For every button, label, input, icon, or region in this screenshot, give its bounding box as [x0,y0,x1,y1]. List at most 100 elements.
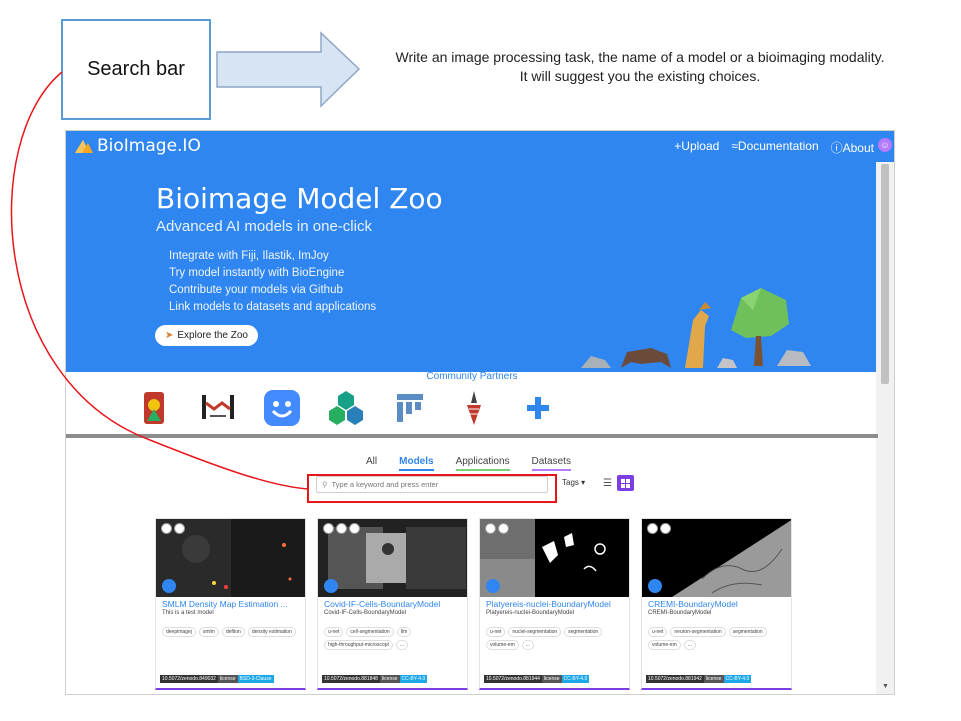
ilastik-badge-icon[interactable] [660,523,671,534]
card-tag[interactable]: deftion [221,627,245,637]
vertical-scrollbar[interactable]: ▼ [876,162,894,694]
explore-button[interactable]: ➤ Explore the Zoo [155,325,258,346]
card-description: Covid-IF-Cells-BoundaryModel [324,610,407,616]
lowpoly-animals-illustration [581,288,811,368]
card-title[interactable]: CREMI-BoundaryModel [648,599,788,609]
card-thumbnail [318,519,467,597]
download-badge-icon[interactable] [174,523,185,534]
hero-feature: Link models to datasets and applications [169,301,377,313]
brand-name: BioImage.IO [97,136,201,156]
screenshot-frame: BioImage.IO +Upload ≈Documentation ⓘAbou… [65,130,895,695]
zerocostdl4mic-icon[interactable] [326,388,366,428]
card-description: This is a test model [162,610,214,616]
card-tag[interactable]: deepimagej [162,627,196,637]
model-card[interactable]: SMLM Density Map Estimation ... This is … [155,518,306,690]
card-badges [323,523,360,534]
ilastik-badge-icon[interactable] [349,523,360,534]
model-card[interactable]: Covid-IF-Cells-BoundaryModel Covid-IF-Ce… [317,518,468,690]
card-tag[interactable]: Ilm [396,627,412,637]
model-type-icon [648,579,662,593]
card-tag[interactable]: density estimation [247,627,296,637]
model-type-icon [162,579,176,593]
nav-upload[interactable]: +Upload [674,139,719,156]
partners-row [134,384,574,432]
scroll-down-icon[interactable]: ▼ [882,683,889,690]
card-tag[interactable]: u-net [324,627,344,637]
card-tag[interactable]: ... [395,640,409,650]
card-tag[interactable]: segmentation [564,627,603,637]
imjoy-icon[interactable] [262,388,302,428]
card-doi[interactable]: 10.5072/zenodo.881944 [484,675,542,683]
card-tag[interactable]: u-net [648,627,668,637]
hpa-icon[interactable] [454,388,494,428]
model-card[interactable]: CREMI-BoundaryModel CREMI-BoundaryModel … [641,518,792,690]
brand[interactable]: BioImage.IO [74,136,201,156]
card-thumbnail [642,519,791,597]
resource-tabs: All Models Applications Datasets [366,456,571,471]
model-card[interactable]: Platyereis-nuclei-BoundaryModel Platyere… [479,518,630,690]
user-avatar[interactable]: ☺ [878,138,892,152]
nav-documentation[interactable]: ≈Documentation [731,139,818,156]
card-tag[interactable]: volume-em [648,640,681,650]
card-title[interactable]: Platyereis-nuclei-BoundaryModel [486,599,626,609]
card-tag[interactable]: volume-em [486,640,519,650]
model-type-icon [486,579,500,593]
annotation-instructions: Write an image processing task, the name… [395,49,885,84]
annotated-screenshot: Search bar Write an image processing tas… [0,0,961,721]
card-title[interactable]: SMLM Density Map Estimation ... [162,599,302,609]
card-tag[interactable]: high-throughput-microscopt [324,640,393,650]
card-doi[interactable]: 10.5072/zenodo.849032 [160,675,218,683]
card-tags: u-net nuclei-segmentation segmentation v… [486,627,626,650]
card-footer: 10.5072/zenodo.849032 license BSD-3-Clau… [160,675,274,683]
card-license: CC-BY-4.0 [399,675,428,683]
search-bar-highlight [307,474,557,503]
ilastik-badge-icon[interactable] [485,523,496,534]
model-cards: SMLM Density Map Estimation ... This is … [155,518,792,690]
card-license: CC-BY-4.0 [723,675,752,683]
card-tags: u-net cell-segmentation Ilm high-through… [324,627,464,650]
deepimagej-badge-icon[interactable] [161,523,172,534]
deepimagej-badge-icon[interactable] [647,523,658,534]
tab-all[interactable]: All [366,456,377,471]
card-badges [647,523,671,534]
card-tag[interactable]: nuclei-segmentation [508,627,562,637]
arrow-right-icon [216,31,361,108]
card-license-label: license [541,675,562,683]
card-tag[interactable]: neuron-segmentation [670,627,726,637]
fiji-icon[interactable] [390,388,430,428]
nav-about[interactable]: ⓘAbout [831,139,874,156]
rocket-icon: ➤ [165,330,174,341]
download-badge-icon[interactable] [323,523,334,534]
hero-section: Bioimage Model Zoo Advanced AI models in… [66,162,878,372]
deepimagej-badge-icon[interactable] [498,523,509,534]
card-doi[interactable]: 10.5072/zenodo.881848 [322,675,380,683]
list-view-icon[interactable]: ☰ [599,475,616,491]
add-icon[interactable] [518,388,558,428]
card-badges [485,523,509,534]
card-tag[interactable]: u-net [486,627,506,637]
card-tag[interactable]: smlm [198,627,219,637]
bioimage-logo-icon [75,140,93,153]
hero-feature: Try model instantly with BioEngine [169,267,345,279]
tab-applications[interactable]: Applications [455,456,510,471]
card-tag[interactable]: cell-segmentation [346,627,394,637]
grid-view-icon[interactable] [617,475,634,491]
card-tag[interactable]: ... [521,640,534,650]
card-title[interactable]: Covid-IF-Cells-BoundaryModel [324,599,464,609]
scrollbar-thumb[interactable] [881,164,889,384]
tab-models[interactable]: Models [399,456,434,471]
card-tags: u-net neuron-segmentation segmentation v… [648,627,788,650]
card-tag[interactable]: ... [683,640,696,650]
tab-datasets[interactable]: Datasets [531,456,571,471]
card-doi[interactable]: 10.5072/zenodo.881942 [646,675,704,683]
card-tag[interactable]: segmentation [728,627,767,637]
deepimagej-badge-icon[interactable] [336,523,347,534]
ilastik-icon[interactable] [134,388,174,428]
tags-dropdown[interactable]: Tags ▾ [562,478,585,487]
card-footer: 10.5072/zenodo.881942 license CC-BY-4.0 [646,675,752,683]
card-tags: deepimagej smlm deftion density estimati… [162,627,302,637]
card-license: CC-BY-4.0 [561,675,590,683]
deepimagej-icon[interactable] [198,388,238,428]
card-badges [161,523,185,534]
hero-subtitle: Advanced AI models in one-click [156,218,372,235]
